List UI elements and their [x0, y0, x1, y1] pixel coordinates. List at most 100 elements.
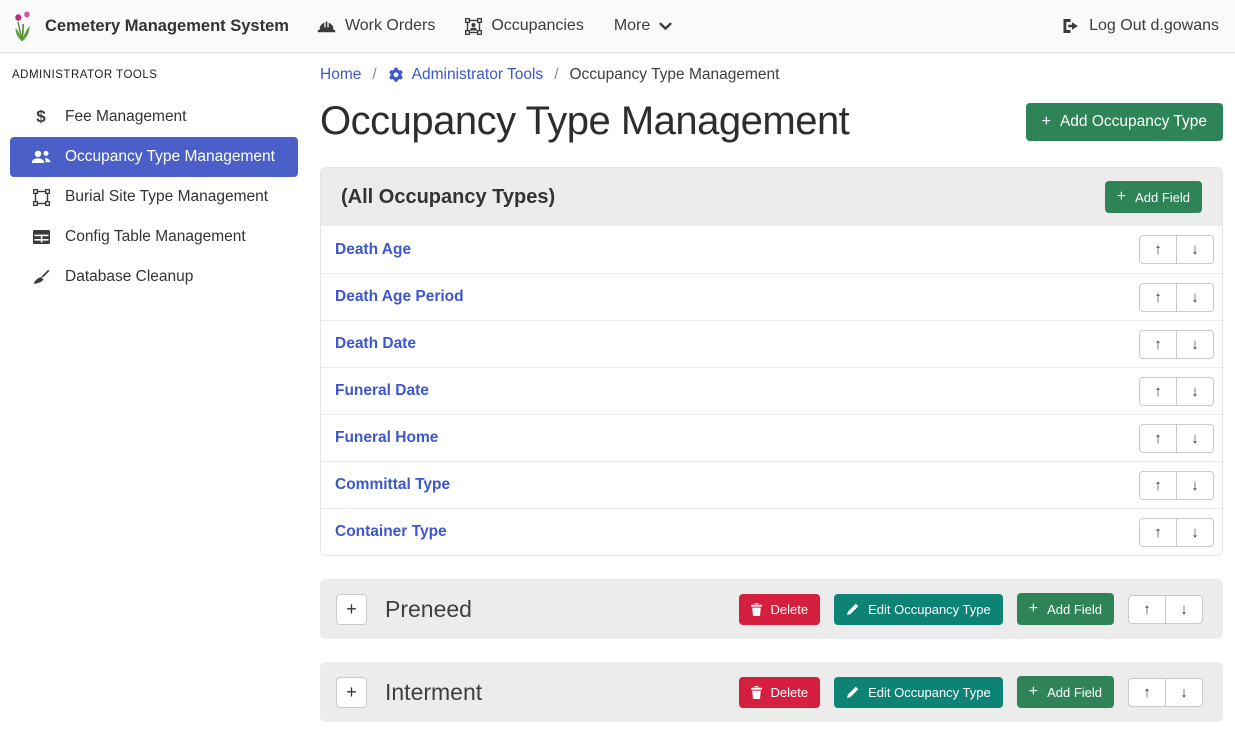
sidebar-item-fee-management[interactable]: $ Fee Management [10, 97, 298, 137]
reorder-group: ↑ ↓ [1139, 471, 1214, 500]
nav-occupancies[interactable]: Occupancies [465, 17, 584, 35]
field-link-funeral-date[interactable]: Funeral Date [335, 382, 429, 400]
breadcrumb-admin-tools-link[interactable]: Administrator Tools [388, 66, 544, 84]
move-up-button[interactable]: ↑ [1139, 424, 1177, 453]
edit-occupancy-type-button[interactable]: Edit Occupancy Type [834, 677, 1003, 708]
field-link-committal-type[interactable]: Committal Type [335, 476, 450, 494]
hard-hat-icon [317, 19, 336, 34]
move-up-button[interactable]: ↑ [1139, 471, 1177, 500]
button-label: Delete [771, 602, 809, 617]
logout-label: Log Out d.gowans [1089, 17, 1219, 35]
nav-label: More [614, 17, 650, 35]
add-field-button[interactable]: + Add Field [1017, 676, 1114, 708]
section-title: Interment [385, 679, 482, 706]
move-up-button[interactable]: ↑ [1128, 595, 1166, 624]
field-row: Funeral Home ↑ ↓ [321, 414, 1222, 461]
add-field-button[interactable]: + Add Field [1017, 593, 1114, 625]
breadcrumb: Home / Administrator Tools / Occupancy T… [320, 66, 1223, 84]
move-up-button[interactable]: ↑ [1139, 330, 1177, 359]
gear-icon [388, 67, 404, 83]
move-down-button[interactable]: ↓ [1176, 518, 1214, 547]
add-field-button[interactable]: + Add Field [1105, 181, 1202, 213]
sidebar-item-occupancy-type-management[interactable]: Occupancy Type Management [10, 137, 298, 177]
move-up-button[interactable]: ↑ [1139, 235, 1177, 264]
section-actions: Delete Edit Occupancy Type + Add Field ↑ [739, 593, 1203, 625]
plus-icon: + [1029, 684, 1038, 700]
move-down-button[interactable]: ↓ [1176, 471, 1214, 500]
nav-more[interactable]: More [614, 17, 672, 35]
dollar-icon: $ [30, 107, 52, 127]
delete-button[interactable]: Delete [739, 594, 821, 625]
reorder-group: ↑ ↓ [1128, 595, 1203, 624]
field-link-death-age-period[interactable]: Death Age Period [335, 288, 464, 306]
breadcrumb-label: Administrator Tools [412, 66, 544, 84]
plus-icon: + [1117, 189, 1126, 205]
move-down-button[interactable]: ↓ [1176, 424, 1214, 453]
sidebar: ADMINISTRATOR TOOLS $ Fee Management Occ… [0, 53, 310, 738]
move-down-button[interactable]: ↓ [1176, 377, 1214, 406]
tulip-logo-icon [12, 11, 34, 42]
move-down-button[interactable]: ↓ [1165, 595, 1203, 624]
button-label: Add Field [1135, 190, 1190, 205]
breadcrumb-separator: / [372, 66, 376, 84]
edit-occupancy-type-button[interactable]: Edit Occupancy Type [834, 594, 1003, 625]
breadcrumb-current: Occupancy Type Management [570, 66, 780, 84]
reorder-group: ↑ ↓ [1139, 377, 1214, 406]
sidebar-item-label: Database Cleanup [65, 268, 193, 286]
field-link-funeral-home[interactable]: Funeral Home [335, 429, 438, 447]
field-link-death-date[interactable]: Death Date [335, 335, 416, 353]
move-up-button[interactable]: ↑ [1139, 377, 1177, 406]
sidebar-item-label: Config Table Management [65, 228, 246, 246]
field-row: Death Date ↑ ↓ [321, 320, 1222, 367]
section-actions: Delete Edit Occupancy Type + Add Field ↑ [739, 676, 1203, 708]
reorder-group: ↑ ↓ [1128, 678, 1203, 707]
reorder-group: ↑ ↓ [1139, 330, 1214, 359]
nav-work-orders[interactable]: Work Orders [317, 17, 435, 35]
field-row: Committal Type ↑ ↓ [321, 461, 1222, 508]
move-down-button[interactable]: ↓ [1176, 330, 1214, 359]
delete-button[interactable]: Delete [739, 677, 821, 708]
move-up-button[interactable]: ↑ [1139, 518, 1177, 547]
plus-icon: + [1042, 114, 1051, 130]
brand-home-link[interactable]: Cemetery Management System [12, 11, 289, 42]
field-link-container-type[interactable]: Container Type [335, 523, 447, 541]
sidebar-item-config-table-management[interactable]: Config Table Management [10, 217, 298, 257]
field-link-death-age[interactable]: Death Age [335, 241, 411, 259]
move-down-button[interactable]: ↓ [1165, 678, 1203, 707]
occupancy-type-section-interment: + Interment Delete [320, 662, 1223, 722]
nav-label: Occupancies [491, 17, 584, 35]
breadcrumb-home-link[interactable]: Home [320, 66, 361, 84]
expand-button[interactable]: + [336, 594, 367, 625]
sidebar-item-label: Fee Management [65, 108, 187, 126]
all-occupancy-types-card: (All Occupancy Types) + Add Field Death … [320, 167, 1223, 556]
field-row: Funeral Date ↑ ↓ [321, 367, 1222, 414]
field-row: Death Age Period ↑ ↓ [321, 273, 1222, 320]
sidebar-heading: ADMINISTRATOR TOOLS [0, 59, 310, 97]
expand-button[interactable]: + [336, 677, 367, 708]
move-down-button[interactable]: ↓ [1176, 235, 1214, 264]
card-header: (All Occupancy Types) + Add Field [321, 168, 1222, 226]
move-down-button[interactable]: ↓ [1176, 283, 1214, 312]
button-label: Edit Occupancy Type [868, 602, 991, 617]
reorder-group: ↑ ↓ [1139, 424, 1214, 453]
sidebar-item-database-cleanup[interactable]: Database Cleanup [10, 257, 298, 297]
pencil-icon [846, 603, 859, 616]
sidebar-item-burial-site-type-management[interactable]: Burial Site Type Management [10, 177, 298, 217]
reorder-group: ↑ ↓ [1139, 283, 1214, 312]
brand-title: Cemetery Management System [45, 17, 289, 36]
button-label: Add Occupancy Type [1060, 113, 1207, 131]
sidebar-item-label: Burial Site Type Management [65, 188, 268, 206]
move-up-button[interactable]: ↑ [1139, 283, 1177, 312]
portrait-frame-icon [465, 18, 482, 35]
vector-square-icon [30, 189, 52, 206]
add-occupancy-type-button[interactable]: + Add Occupancy Type [1026, 103, 1223, 141]
button-label: Add Field [1047, 602, 1102, 617]
breadcrumb-label: Home [320, 66, 361, 84]
card-title: (All Occupancy Types) [341, 186, 555, 209]
move-up-button[interactable]: ↑ [1128, 678, 1166, 707]
page-header: Occupancy Type Management + Add Occupanc… [320, 99, 1223, 144]
sidebar-item-label: Occupancy Type Management [65, 148, 275, 166]
button-label: Delete [771, 685, 809, 700]
reorder-group: ↑ ↓ [1139, 518, 1214, 547]
logout-button[interactable]: Log Out d.gowans [1062, 17, 1219, 35]
